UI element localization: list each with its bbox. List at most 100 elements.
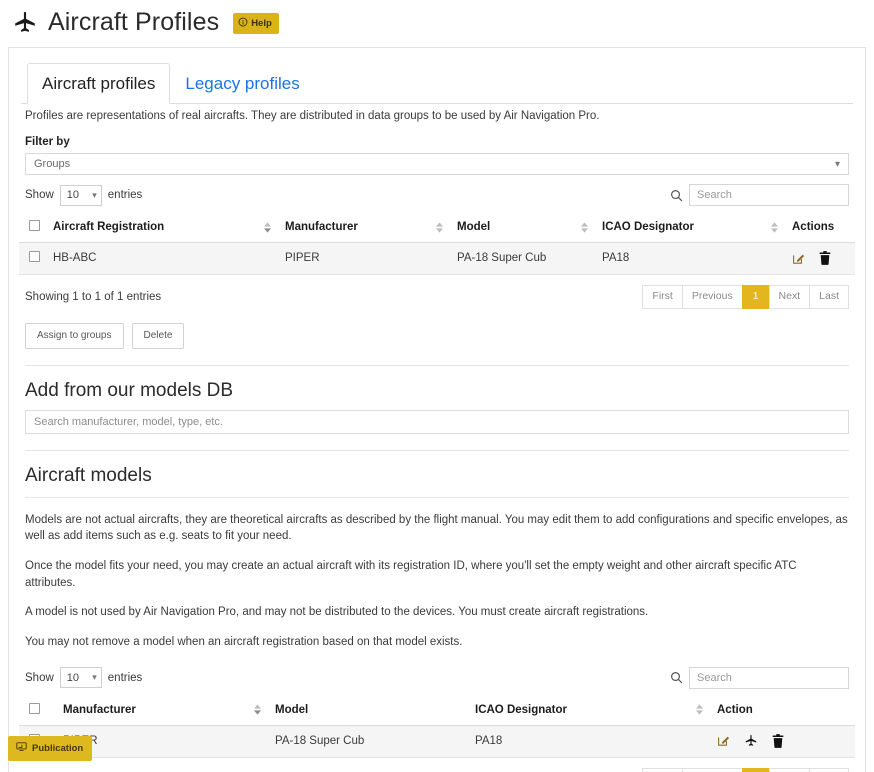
- row-checkbox[interactable]: [29, 251, 40, 262]
- cell-manufacturer: PIPER: [281, 242, 453, 275]
- select-all-checkbox[interactable]: [29, 702, 40, 714]
- models-table-toolbar: Show 10 ▾ entries: [19, 651, 855, 696]
- table-header-row: Manufacturer Model ICAO Designator Actio…: [19, 695, 855, 726]
- row-select-cell: [19, 242, 49, 275]
- models-paragraph-3: A model is not used by Air Navigation Pr…: [25, 606, 649, 619]
- chevron-down-icon: ▾: [834, 158, 840, 170]
- entries-label: entries: [107, 671, 143, 684]
- groups-filter-select[interactable]: Groups ▾: [25, 153, 849, 175]
- delete-profiles-button[interactable]: Delete: [131, 322, 185, 349]
- pager-next[interactable]: Next: [768, 767, 811, 772]
- profiles-search-wrap: [670, 184, 849, 206]
- models-page-length-value: 10: [66, 671, 80, 684]
- col-label: Manufacturer: [285, 221, 358, 233]
- col-actions: Actions: [788, 213, 855, 243]
- show-label: Show: [25, 189, 54, 201]
- col-manufacturer[interactable]: Manufacturer: [281, 213, 453, 243]
- chevron-down-icon: ▾: [92, 189, 97, 200]
- intro-text: Profiles are representations of real air…: [25, 110, 600, 122]
- pager-page-1[interactable]: 1: [741, 285, 770, 309]
- models-paragraph-1: Models are not actual aircrafts, they ar…: [25, 513, 848, 543]
- screen-publish-icon: [16, 741, 27, 755]
- col-icao-designator[interactable]: ICAO Designator: [471, 695, 713, 726]
- profiles-action-buttons: Assign to groups Delete: [19, 309, 855, 349]
- pager-page-1[interactable]: 1: [741, 767, 770, 772]
- col-action: Action: [713, 695, 855, 726]
- models-show-entries: Show 10 ▾ entries: [25, 667, 143, 689]
- airplane-icon: [12, 10, 38, 36]
- aircraft-profiles-page: Aircraft Profiles Help Aircraft profiles…: [0, 0, 874, 772]
- profiles-table-toolbar: Show 10 ▾ entries: [19, 175, 855, 213]
- models-db-heading: Add from our models DB: [25, 379, 234, 401]
- tab-legacy-profiles[interactable]: Legacy profiles: [170, 63, 314, 104]
- edit-icon[interactable]: [792, 252, 805, 265]
- models-search-wrap: [670, 666, 849, 689]
- show-label: Show: [25, 671, 54, 684]
- chevron-down-icon: ▾: [92, 672, 97, 683]
- pager-next[interactable]: Next: [768, 285, 811, 309]
- cell-icao: PA18: [471, 725, 713, 758]
- models-search-input[interactable]: [689, 666, 849, 689]
- page-header: Aircraft Profiles Help: [0, 0, 874, 43]
- col-aircraft-registration[interactable]: Aircraft Registration: [49, 213, 281, 243]
- sort-icon: [264, 221, 271, 233]
- info-circle-icon: [238, 17, 248, 30]
- models-db-search-input[interactable]: [25, 409, 849, 434]
- models-table-footer: Showing 1 to 1 of 1 entries First Previo…: [19, 758, 855, 772]
- search-icon: [670, 671, 683, 684]
- trash-icon[interactable]: [819, 251, 831, 265]
- profiles-page-length-value: 10: [66, 189, 80, 201]
- search-icon: [670, 189, 683, 202]
- col-label: ICAO Designator: [475, 703, 568, 716]
- trash-icon[interactable]: [772, 733, 784, 748]
- assign-to-groups-button[interactable]: Assign to groups: [25, 322, 124, 349]
- pager-previous[interactable]: Previous: [681, 767, 743, 772]
- cell-model: PA-18 Super Cub: [453, 242, 598, 275]
- profiles-table-footer: Showing 1 to 1 of 1 entries First Previo…: [19, 275, 855, 309]
- profiles-search-input[interactable]: [689, 184, 849, 206]
- help-badge[interactable]: Help: [233, 13, 279, 34]
- aircraft-models-heading: Aircraft models: [25, 464, 152, 486]
- cell-actions: [713, 725, 855, 758]
- pager-last[interactable]: Last: [809, 767, 849, 772]
- sort-icon: [696, 704, 703, 715]
- aircraft-profiles-table: Aircraft Registration Manufacturer Model…: [19, 213, 855, 275]
- models-pagination: First Previous 1 Next Last: [642, 767, 849, 772]
- col-icao-designator[interactable]: ICAO Designator: [598, 213, 788, 243]
- col-label: ICAO Designator: [602, 221, 695, 233]
- publication-button[interactable]: Publication: [8, 736, 93, 761]
- entries-label: entries: [107, 189, 143, 201]
- models-page-length-select[interactable]: 10 ▾: [59, 667, 102, 689]
- col-label: Manufacturer: [63, 703, 136, 716]
- col-label: Model: [275, 703, 309, 716]
- divider: [25, 496, 849, 498]
- col-model[interactable]: Model: [453, 213, 598, 243]
- pager-last[interactable]: Last: [809, 285, 849, 309]
- groups-filter-value: Groups: [34, 158, 71, 170]
- col-manufacturer[interactable]: Manufacturer: [59, 695, 271, 726]
- pager-first[interactable]: First: [642, 767, 683, 772]
- sort-icon: [254, 704, 261, 715]
- col-label: Model: [457, 221, 491, 233]
- airplane-icon[interactable]: [744, 734, 758, 748]
- pager-previous[interactable]: Previous: [681, 285, 743, 309]
- aircraft-models-table: Manufacturer Model ICAO Designator Actio…: [19, 695, 855, 758]
- models-paragraph-2: Once the model fits your need, you may c…: [25, 559, 797, 589]
- col-label: Action: [717, 703, 753, 716]
- help-label: Help: [251, 18, 272, 29]
- profiles-page-length-select[interactable]: 10 ▾: [59, 184, 102, 206]
- select-all-checkbox[interactable]: [29, 220, 40, 231]
- page-title: Aircraft Profiles: [48, 8, 220, 36]
- col-label: Aircraft Registration: [53, 221, 165, 233]
- select-all-header: [19, 213, 49, 243]
- sort-icon: [581, 221, 588, 233]
- pager-first[interactable]: First: [642, 285, 683, 309]
- filter-by-label: Filter by: [25, 136, 70, 148]
- tab-aircraft-profiles[interactable]: Aircraft profiles: [27, 63, 171, 104]
- table-row: PIPER PA-18 Super Cub PA18: [19, 725, 855, 758]
- cell-actions: [788, 242, 855, 275]
- profiles-pagination: First Previous 1 Next Last: [642, 285, 849, 309]
- edit-icon[interactable]: [717, 734, 730, 747]
- col-model[interactable]: Model: [271, 695, 471, 726]
- sort-icon: [771, 221, 778, 233]
